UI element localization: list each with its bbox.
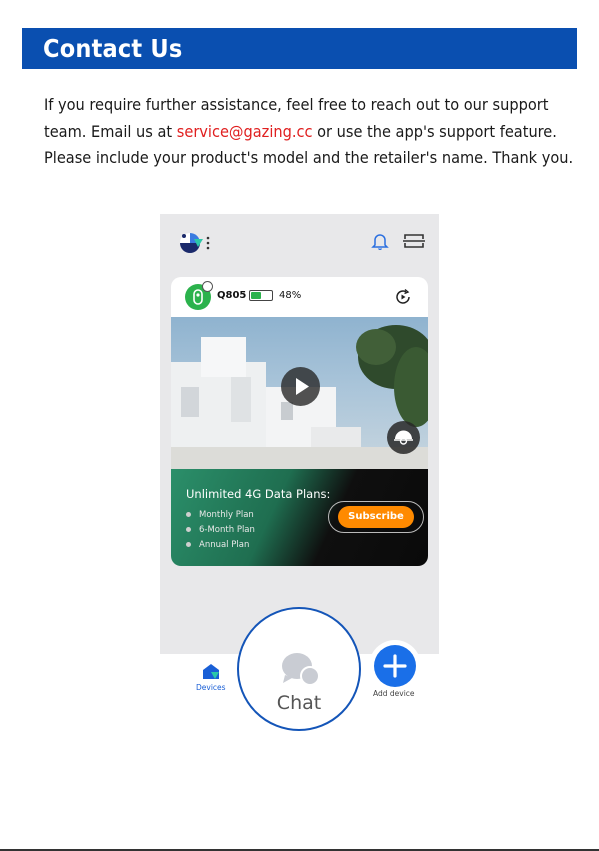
add-device-wrap [369,640,421,692]
camera-preview[interactable] [171,317,428,469]
promo-title: Unlimited 4G Data Plans: [186,487,331,501]
battery-level [251,292,261,299]
battery-percent: 48% [279,290,302,301]
device-name: Q805 [217,290,247,301]
device-card[interactable]: Q805 48% Unlimited 4G Data Plans: Monthl… [171,277,428,566]
subscribe-button[interactable]: Subscribe [338,506,414,528]
plan-label: 6-Month Plan [199,525,255,535]
support-email-link[interactable]: service@gazing.cc [177,122,313,141]
topbar-actions [371,234,425,250]
devices-tab-icon[interactable] [202,662,220,680]
battery-icon [249,290,273,301]
plan-item: 6-Month Plan [186,525,255,535]
subscribe-outline: Subscribe [328,501,424,533]
app-logo-icon [180,233,210,253]
page-title: Contact Us [43,34,183,63]
plan-item: Annual Plan [186,540,249,550]
plan-label: Monthly Plan [199,510,254,520]
tab-devices[interactable]: Devices [196,683,226,692]
ptz-control-icon[interactable] [387,421,420,454]
tab-chat: Chat [276,692,322,714]
add-device-button[interactable] [374,645,416,687]
chat-tab-callout[interactable]: Chat [237,607,361,731]
page-header: Contact Us [22,28,577,69]
plan-item: Monthly Plan [186,510,254,520]
play-button[interactable] [281,367,320,406]
contact-paragraph: If you require further assistance, feel … [44,92,589,172]
plus-icon [383,654,407,678]
data-plan-banner[interactable]: Unlimited 4G Data Plans: Monthly Plan 6-… [171,469,428,566]
chat-icon [282,653,320,686]
playback-icon[interactable] [394,288,412,306]
device-card-header: Q805 48% [171,277,428,317]
add-device-label[interactable]: Add device [373,689,415,698]
bell-icon[interactable] [371,234,389,250]
plan-label: Annual Plan [199,540,250,550]
scan-icon[interactable] [403,234,425,248]
settings-badge-icon [202,281,213,292]
